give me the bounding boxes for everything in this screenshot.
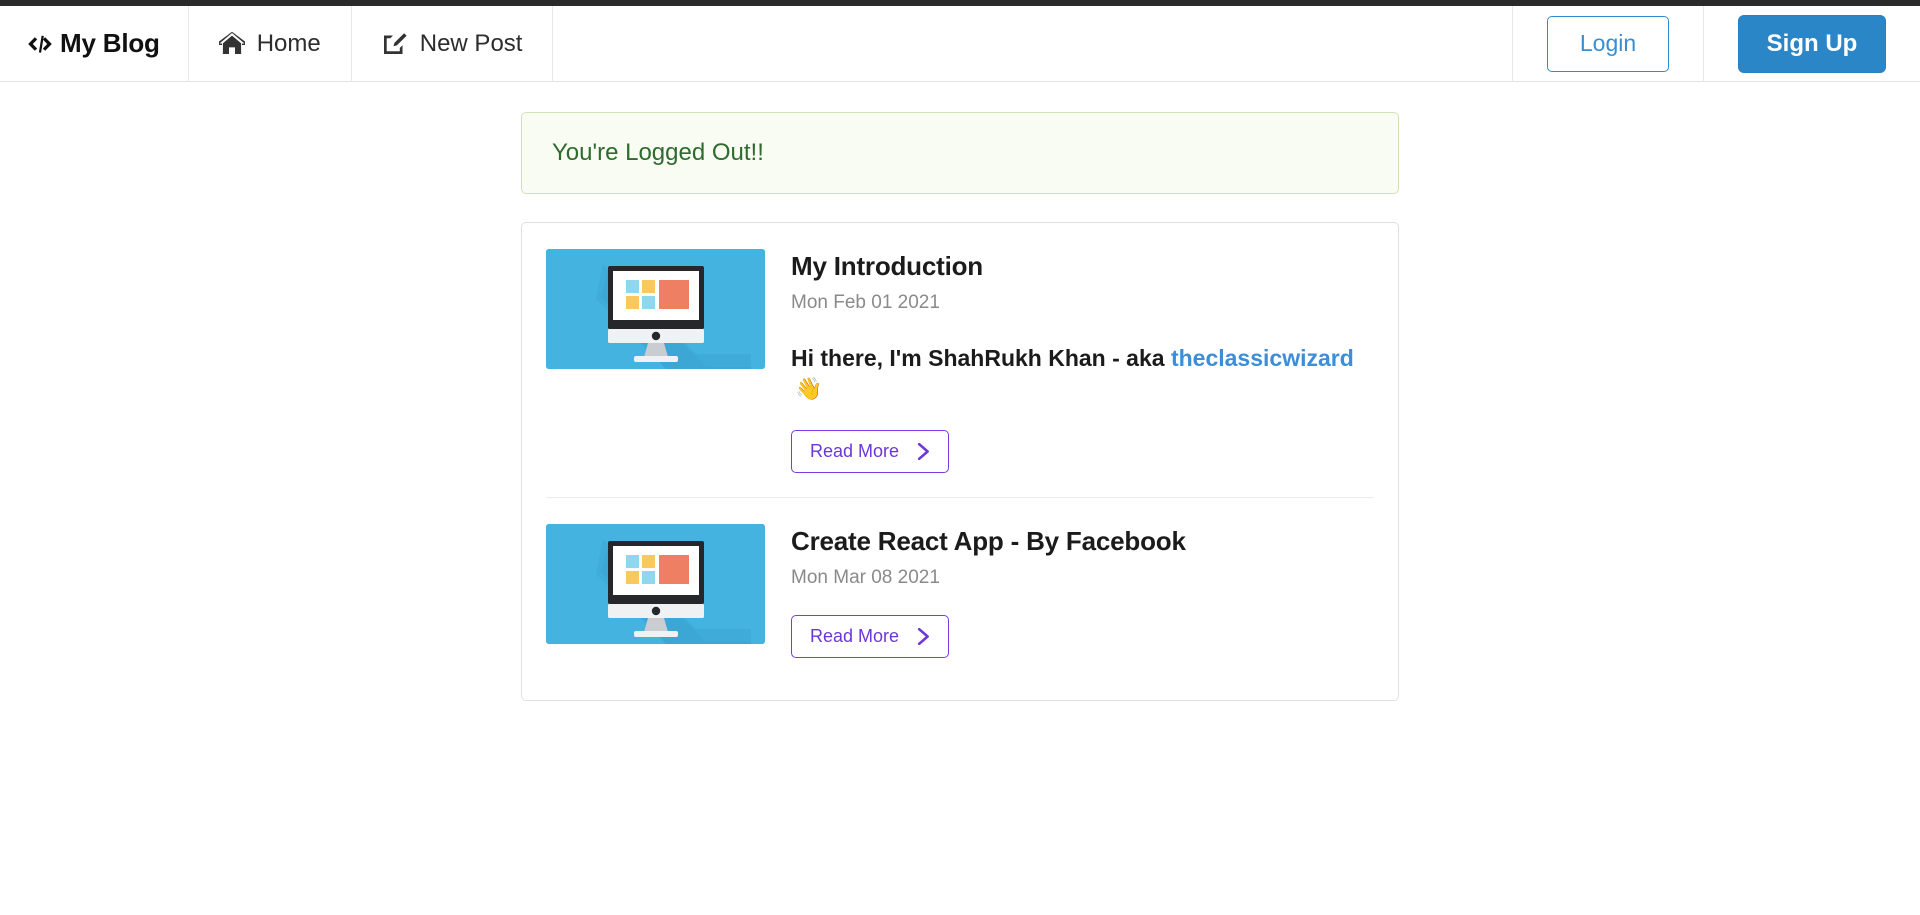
read-more-label: Read More <box>810 625 900 646</box>
nav-item-home[interactable]: Home <box>189 6 352 81</box>
nav-item-new-post[interactable]: New Post <box>352 6 554 81</box>
posts-card: My Introduction Mon Feb 01 2021 Hi there… <box>521 222 1399 701</box>
navbar-spacer <box>553 6 1513 81</box>
login-button[interactable]: Login <box>1547 15 1669 72</box>
brand-label: My Blog <box>60 28 160 58</box>
post-date: Mon Feb 01 2021 <box>791 292 940 313</box>
main-navbar: My Blog Home New Post Login Sign Up <box>0 6 1920 82</box>
code-icon <box>26 34 54 54</box>
post-list-item: My Introduction Mon Feb 01 2021 Hi there… <box>546 245 1374 475</box>
chevron-right-icon <box>917 442 930 460</box>
post-thumbnail[interactable] <box>546 249 765 369</box>
login-cell: Login <box>1513 6 1704 81</box>
post-title[interactable]: Create React App - By Facebook <box>791 526 1374 557</box>
waving-hand-icon: 👋 <box>795 375 823 401</box>
page-body: You're Logged Out!! My Introduction Mon … <box>0 82 1920 701</box>
signup-button[interactable]: Sign Up <box>1738 14 1886 73</box>
chevron-right-icon <box>917 627 930 645</box>
alert-message: You're Logged Out!! <box>552 139 764 166</box>
brand-my-blog[interactable]: My Blog <box>0 6 189 81</box>
post-title[interactable]: My Introduction <box>791 251 1374 282</box>
desktop-monitor-icon <box>546 249 765 369</box>
post-date: Mon Mar 08 2021 <box>791 566 940 588</box>
nav-item-home-label: Home <box>256 29 321 57</box>
signup-cell: Sign Up <box>1704 6 1920 81</box>
read-more-button[interactable]: Read More <box>791 429 950 473</box>
post-content: Create React App - By Facebook Mon Mar 0… <box>791 524 1374 658</box>
read-more-button[interactable]: Read More <box>791 614 950 658</box>
post-list-item: Create React App - By Facebook Mon Mar 0… <box>546 496 1374 660</box>
logged-out-alert: You're Logged Out!! <box>521 112 1399 194</box>
pen-square-icon <box>382 32 408 56</box>
nav-item-new-post-label: New Post <box>419 29 523 57</box>
home-icon <box>218 31 245 56</box>
desktop-monitor-icon <box>546 523 765 644</box>
post-content: My Introduction Mon Feb 01 2021 Hi there… <box>791 249 1374 473</box>
excerpt-profile-link[interactable]: theclassicwizard <box>1171 345 1354 371</box>
read-more-label: Read More <box>810 440 900 461</box>
content-container: You're Logged Out!! My Introduction Mon … <box>521 112 1399 701</box>
post-thumbnail[interactable] <box>546 523 765 644</box>
post-excerpt-prefix: Hi there, I'm ShahRukh Khan - aka <box>791 345 1171 371</box>
navbar-left-group: My Blog Home New Post <box>0 6 554 81</box>
post-excerpt: Hi there, I'm ShahRukh Khan - aka thecla… <box>791 344 1374 404</box>
navbar-auth-group: Login Sign Up <box>1513 6 1920 81</box>
